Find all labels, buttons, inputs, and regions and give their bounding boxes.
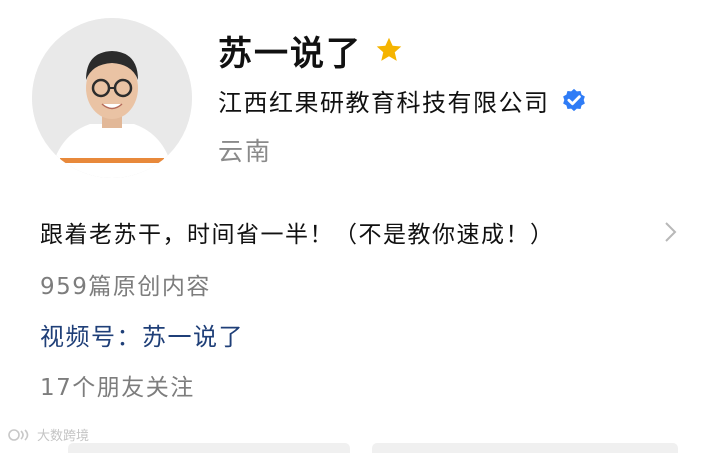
organization-row: 江西红果研教育科技有限公司 xyxy=(218,82,588,118)
region-label: 云南 xyxy=(218,137,273,166)
avatar-portrait xyxy=(32,18,192,178)
tab-card-left[interactable] xyxy=(68,443,350,453)
name-row: 苏一说了 xyxy=(218,28,404,74)
original-content-count[interactable]: 959篇原创内容 xyxy=(40,267,211,301)
chevron-right-icon xyxy=(662,219,680,245)
bio-row[interactable]: 跟着老苏干，时间省一半！（不是教你速成！） xyxy=(40,212,680,252)
account-name: 苏一说了 xyxy=(218,33,362,74)
video-channel-name: 苏一说了 xyxy=(142,323,244,351)
organization-name: 江西红果研教育科技有限公司 xyxy=(218,88,550,117)
verified-badge-icon[interactable] xyxy=(560,86,588,114)
video-channel-link[interactable]: 视频号：苏一说了 xyxy=(40,317,244,352)
watermark: 大数跨境 xyxy=(8,425,89,444)
watermark-logo-icon xyxy=(8,427,34,443)
friends-following-count: 17个朋友关注 xyxy=(40,375,195,401)
profile-header: 苏一说了 江西红果研教育科技有限公司 云南 xyxy=(0,0,719,200)
bio-text: 跟着老苏干，时间省一半！（不是教你速成！） xyxy=(40,222,555,248)
watermark-text: 大数跨境 xyxy=(37,429,90,444)
tab-card-right[interactable] xyxy=(372,443,678,453)
avatar[interactable] xyxy=(32,18,192,178)
video-channel-label: 视频号： xyxy=(40,323,142,351)
star-icon[interactable] xyxy=(374,35,404,65)
